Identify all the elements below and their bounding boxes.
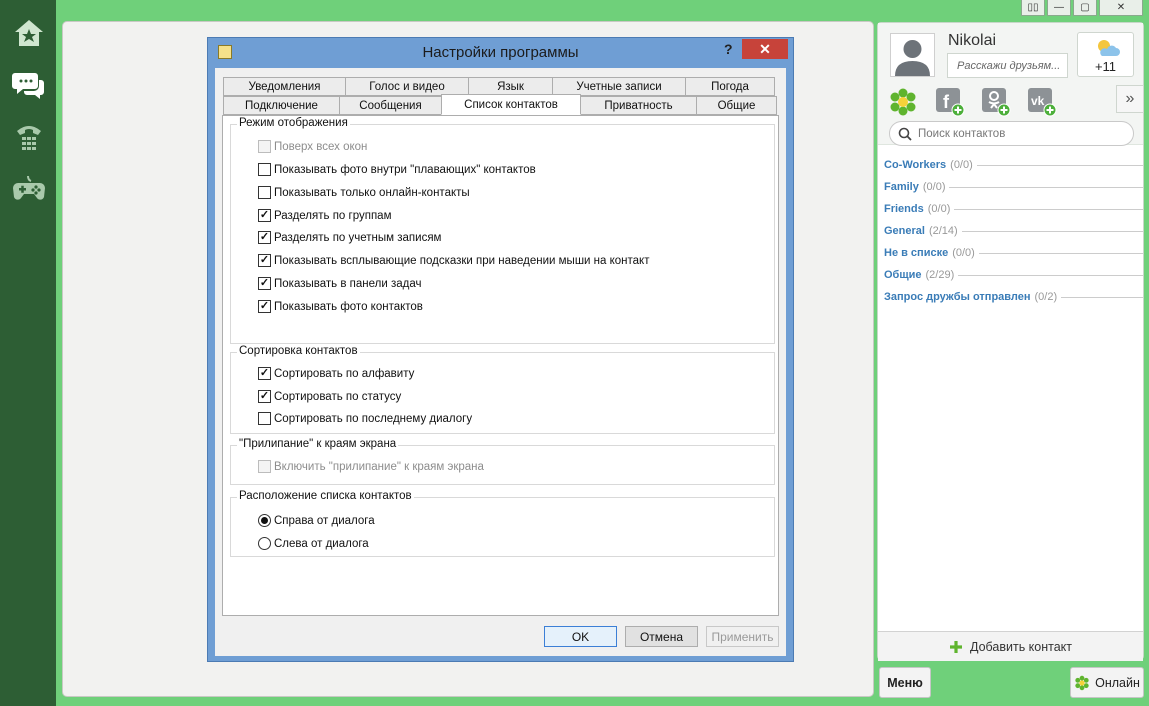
checkbox-checked[interactable]: ✓ xyxy=(258,254,271,267)
sorting-group: Сортировка контактов ✓ Сортировать по алф… xyxy=(230,345,775,434)
snap-group: "Прилипание" к краям экрана Включить "пр… xyxy=(230,438,775,485)
weather-temperature: +11 xyxy=(1094,59,1117,74)
left-sidebar xyxy=(0,0,56,706)
contact-group[interactable]: Co-Workers (0/0) xyxy=(884,158,1143,172)
home-icon[interactable] xyxy=(10,14,48,52)
cancel-button[interactable]: Отмена xyxy=(625,626,698,647)
contacts-panel: Nikolai Расскажи друзьям... +11 f vk » П… xyxy=(877,22,1144,661)
option-photo-floating[interactable]: Показывать фото внутри "плавающих" конта… xyxy=(258,163,536,176)
checkbox-checked[interactable]: ✓ xyxy=(258,277,271,290)
tab-contact-list[interactable]: Список контактов xyxy=(441,94,581,115)
group-title: Режим отображения xyxy=(237,117,350,129)
checkbox-checked[interactable]: ✓ xyxy=(258,209,271,222)
dialog-close-button[interactable]: ✕ xyxy=(742,39,788,59)
icq-status-icon xyxy=(1075,675,1089,690)
weather-widget[interactable]: +11 xyxy=(1077,32,1134,77)
option-contact-photos[interactable]: ✓ Показывать фото контактов xyxy=(258,300,423,313)
group-title: Сортировка контактов xyxy=(237,345,360,357)
apply-button: Применить xyxy=(706,626,779,647)
checkbox-checked[interactable]: ✓ xyxy=(258,390,271,403)
contact-list-tab-page: Режим отображения Поверх всех окон Показ… xyxy=(222,115,779,616)
svg-text:vk: vk xyxy=(1031,94,1045,108)
option-snap-edges: Включить "прилипание" к краям экрана xyxy=(258,460,484,473)
vk-add-icon[interactable]: vk xyxy=(1027,87,1057,117)
facebook-add-icon[interactable]: f xyxy=(935,87,965,117)
settings-dialog: Настройки программы ? ✕ Уведомления Голо… xyxy=(207,37,794,662)
checkbox-checked[interactable]: ✓ xyxy=(258,300,271,313)
tab-weather[interactable]: Погода xyxy=(685,77,775,96)
group-title: "Прилипание" к краям экрана xyxy=(237,438,399,450)
contact-group[interactable]: Family (0/0) xyxy=(884,180,1143,194)
checkbox-checked[interactable]: ✓ xyxy=(258,231,271,244)
menu-button[interactable]: Меню xyxy=(879,667,931,698)
option-right-of-dialog[interactable]: Справа от диалога xyxy=(258,514,375,527)
option-always-on-top: Поверх всех окон xyxy=(258,140,367,153)
tab-privacy[interactable]: Приватность xyxy=(580,96,697,115)
dialog-body: Уведомления Голос и видео Язык Учетные з… xyxy=(215,68,786,656)
status-input[interactable]: Расскажи друзьям... xyxy=(947,53,1068,78)
contact-group[interactable]: General (2/14) xyxy=(884,224,1143,238)
contact-group[interactable]: Не в списке (0/0) xyxy=(884,246,1143,260)
tab-general[interactable]: Общие xyxy=(696,96,777,115)
chat-icon[interactable] xyxy=(10,66,48,104)
list-position-group: Расположение списка контактов Справа от … xyxy=(230,490,775,557)
option-online-only[interactable]: Показывать только онлайн-контакты xyxy=(258,186,470,199)
display-mode-group: Режим отображения Поверх всех окон Показ… xyxy=(230,117,775,344)
contact-group[interactable]: Запрос дружбы отправлен (0/2) xyxy=(884,290,1143,304)
plus-icon xyxy=(949,640,962,653)
status-online-button[interactable]: Онлайн xyxy=(1070,667,1144,698)
gamepad-icon[interactable] xyxy=(10,170,48,208)
ok-button[interactable]: OK xyxy=(544,626,617,647)
split-view-button[interactable]: ▯▯ xyxy=(1021,0,1045,16)
checkbox[interactable] xyxy=(258,186,271,199)
user-name: Nikolai xyxy=(948,32,997,49)
option-sort-status[interactable]: ✓ Сортировать по статусу xyxy=(258,390,401,403)
dialog-titlebar[interactable]: Настройки программы ? ✕ xyxy=(208,38,793,68)
contact-group[interactable]: Общие (2/29) xyxy=(884,268,1143,282)
tab-messages[interactable]: Сообщения xyxy=(339,96,442,115)
option-tooltips[interactable]: ✓ Показывать всплывающие подсказки при на… xyxy=(258,254,649,267)
search-input[interactable]: Поиск контактов xyxy=(889,121,1134,146)
tab-row-bottom: Подключение Сообщения Список контактов П… xyxy=(223,94,777,115)
minimize-button[interactable]: — xyxy=(1047,0,1071,16)
option-left-of-dialog[interactable]: Слева от диалога xyxy=(258,537,369,550)
dialog-title: Настройки программы xyxy=(422,44,579,61)
option-taskbar[interactable]: ✓ Показывать в панели задач xyxy=(258,277,421,290)
checkbox-checked[interactable]: ✓ xyxy=(258,367,271,380)
odnoklassniki-add-icon[interactable] xyxy=(981,87,1011,117)
radio[interactable] xyxy=(258,537,271,550)
profile-header: Nikolai Расскажи друзьям... +11 f vk » П… xyxy=(878,23,1144,146)
add-contact-button[interactable]: Добавить контакт xyxy=(878,631,1143,661)
option-split-accounts[interactable]: ✓ Разделять по учетным записям xyxy=(258,231,441,244)
option-sort-last-dialog[interactable]: Сортировать по последнему диалогу xyxy=(258,412,472,425)
contact-group[interactable]: Friends (0/0) xyxy=(884,202,1143,216)
window-controls: ▯▯ — ▢ ✕ xyxy=(1021,0,1143,17)
weather-icon xyxy=(1098,40,1120,56)
group-title: Расположение списка контактов xyxy=(237,490,414,502)
checkbox xyxy=(258,140,271,153)
close-window-button[interactable]: ✕ xyxy=(1099,0,1143,16)
checkbox[interactable] xyxy=(258,163,271,176)
tab-connection[interactable]: Подключение xyxy=(223,96,340,115)
help-button[interactable]: ? xyxy=(724,41,733,57)
avatar[interactable] xyxy=(890,33,935,77)
radio-selected[interactable] xyxy=(258,514,271,527)
maximize-button[interactable]: ▢ xyxy=(1073,0,1097,16)
checkbox[interactable] xyxy=(258,412,271,425)
chevron-right-icon[interactable]: » xyxy=(1116,85,1144,113)
icq-icon[interactable] xyxy=(888,87,918,117)
checkbox xyxy=(258,460,271,473)
tab-notifications[interactable]: Уведомления xyxy=(223,77,346,96)
option-sort-alpha[interactable]: ✓ Сортировать по алфавиту xyxy=(258,367,414,380)
search-icon xyxy=(898,127,912,141)
svg-text:f: f xyxy=(943,92,950,112)
phone-icon[interactable] xyxy=(10,118,48,156)
option-split-groups[interactable]: ✓ Разделять по группам xyxy=(258,209,391,222)
